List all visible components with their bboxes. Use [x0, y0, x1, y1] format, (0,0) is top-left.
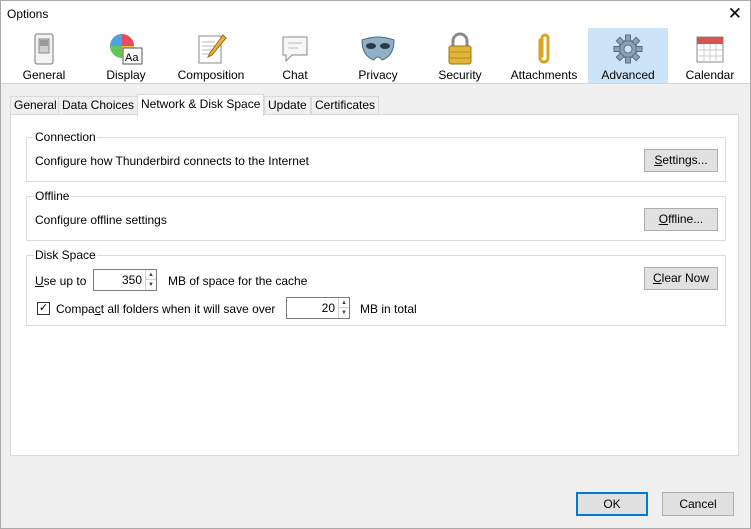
composition-icon — [191, 31, 231, 67]
security-icon — [440, 31, 480, 67]
clear-now-button[interactable]: Clear Now — [644, 267, 718, 290]
compact-text-pre: Compa — [56, 302, 95, 316]
ok-button[interactable]: OK — [576, 492, 648, 516]
attachments-icon — [524, 31, 564, 67]
connection-group: Connection Configure how Thunderbird con… — [26, 130, 726, 182]
pane-privacy[interactable]: Privacy — [339, 28, 417, 83]
tab-certificates[interactable]: Certificates — [311, 96, 380, 115]
pane-label: Security — [438, 68, 482, 82]
compact-threshold-spinner[interactable]: 20 ▲ ▼ — [286, 297, 350, 319]
pane-attachments[interactable]: Attachments — [503, 28, 585, 83]
close-icon[interactable]: ✕ — [728, 4, 742, 24]
connection-description: Configure how Thunderbird connects to th… — [35, 154, 309, 168]
window-title: Options — [7, 7, 49, 21]
spin-up-icon[interactable]: ▲ — [146, 270, 156, 280]
general-icon — [24, 31, 64, 67]
offline-legend: Offline — [34, 189, 71, 203]
advanced-icon — [608, 31, 648, 67]
compact-label[interactable]: Compact all folders when it will save ov… — [56, 302, 275, 316]
cache-size-arrows[interactable]: ▲ ▼ — [145, 270, 156, 290]
compact-threshold-arrows[interactable]: ▲ ▼ — [338, 298, 349, 318]
svg-text:Aa: Aa — [125, 52, 139, 64]
offline-description: Configure offline settings — [35, 213, 167, 227]
checkmark-icon: ✓ — [38, 302, 49, 314]
pane-chat[interactable]: Chat — [256, 28, 334, 83]
pane-label: Calendar — [685, 68, 735, 82]
cache-suffix: MB of space for the cache — [168, 274, 308, 288]
use-up-text: se up to — [43, 274, 87, 288]
pane-label: Composition — [177, 68, 245, 82]
privacy-icon — [358, 31, 398, 67]
pane-label: Advanced — [601, 68, 655, 82]
compact-suffix: MB in total — [360, 302, 417, 316]
network-disk-panel: Connection Configure how Thunderbird con… — [10, 114, 739, 456]
clear-accesskey: C — [652, 271, 662, 285]
cache-size-spinner[interactable]: 350 ▲ ▼ — [93, 269, 157, 291]
pane-advanced[interactable]: Advanced — [588, 28, 668, 83]
pane-composition[interactable]: Composition — [169, 28, 253, 83]
pane-label: Display — [106, 68, 146, 82]
pane-label: General — [22, 68, 66, 82]
tab-data-choices[interactable]: Data Choices — [58, 96, 139, 115]
pane-label: Chat — [282, 68, 308, 82]
spin-down-icon[interactable]: ▼ — [339, 308, 349, 318]
disk-space-group: Disk Space Use up to 350 ▲ ▼ MB of space… — [26, 248, 726, 326]
clear-label: lear Now — [661, 271, 710, 285]
chat-icon — [275, 31, 315, 67]
calendar-icon — [690, 31, 730, 67]
pane-security[interactable]: Security — [421, 28, 499, 83]
offline-button[interactable]: Offline... — [644, 208, 718, 231]
disk-space-legend: Disk Space — [34, 248, 97, 262]
compact-checkbox[interactable]: ✓ — [37, 302, 50, 315]
offline-label: ffline... — [668, 212, 704, 226]
use-up-accesskey: U — [35, 274, 44, 288]
display-icon: Aa — [106, 31, 146, 67]
pane-general[interactable]: General — [6, 28, 82, 83]
use-up-to-label: Use up to — [35, 274, 86, 288]
options-window: Options ✕ General Aa Display Composition… — [0, 0, 751, 529]
pane-calendar[interactable]: Calendar — [672, 28, 748, 83]
pane-label: Attachments — [510, 68, 578, 82]
compact-threshold-value: 20 — [321, 301, 335, 315]
pane-label: Privacy — [358, 68, 398, 82]
spin-up-icon[interactable]: ▲ — [339, 298, 349, 308]
offline-group: Offline Configure offline settings Offli… — [26, 189, 726, 241]
tab-network-disk-space[interactable]: Network & Disk Space — [137, 94, 265, 116]
pane-display[interactable]: Aa Display — [87, 28, 165, 83]
settings-label: ettings... — [662, 153, 708, 167]
title-bar: Options ✕ — [1, 1, 750, 28]
connection-legend: Connection — [34, 130, 97, 144]
tab-general[interactable]: General — [10, 96, 61, 115]
cache-size-value: 350 — [121, 273, 142, 287]
cancel-button[interactable]: Cancel — [662, 492, 734, 516]
compact-text-post: t all folders when it will save over — [100, 302, 276, 316]
spin-down-icon[interactable]: ▼ — [146, 280, 156, 290]
pane-toolbar: General Aa Display Composition Chat Priv… — [1, 28, 750, 84]
tab-update[interactable]: Update — [264, 96, 311, 115]
settings-button[interactable]: Settings... — [644, 149, 718, 172]
offline-accesskey: O — [658, 212, 669, 226]
